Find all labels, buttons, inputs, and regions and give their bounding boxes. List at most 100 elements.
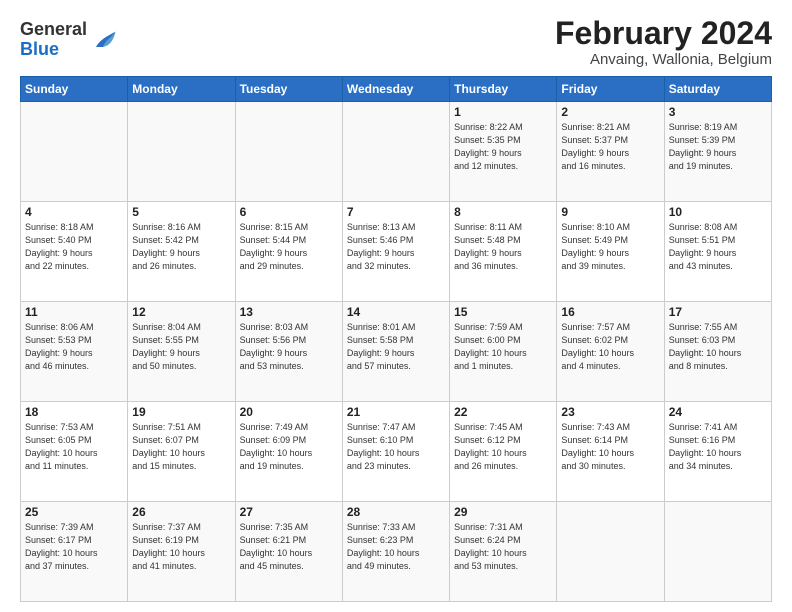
calendar-cell: 9 Sunrise: 8:10 AM Sunset: 5:49 PM Dayli… bbox=[557, 202, 664, 302]
day-info: Sunrise: 7:31 AM Sunset: 6:24 PM Dayligh… bbox=[454, 521, 552, 573]
day-info: Sunrise: 7:41 AM Sunset: 6:16 PM Dayligh… bbox=[669, 421, 767, 473]
calendar-cell: 21 Sunrise: 7:47 AM Sunset: 6:10 PM Dayl… bbox=[342, 402, 449, 502]
day-info: Sunrise: 7:49 AM Sunset: 6:09 PM Dayligh… bbox=[240, 421, 338, 473]
day-number: 20 bbox=[240, 405, 338, 419]
calendar-cell: 13 Sunrise: 8:03 AM Sunset: 5:56 PM Dayl… bbox=[235, 302, 342, 402]
logo-blue: Blue bbox=[20, 40, 87, 60]
day-number: 2 bbox=[561, 105, 659, 119]
day-info: Sunrise: 8:19 AM Sunset: 5:39 PM Dayligh… bbox=[669, 121, 767, 173]
logo-general: General bbox=[20, 20, 87, 40]
header: General Blue February 2024 Anvaing, Wall… bbox=[20, 16, 772, 68]
day-number: 18 bbox=[25, 405, 123, 419]
day-info: Sunrise: 7:59 AM Sunset: 6:00 PM Dayligh… bbox=[454, 321, 552, 373]
day-info: Sunrise: 7:51 AM Sunset: 6:07 PM Dayligh… bbox=[132, 421, 230, 473]
day-info: Sunrise: 8:08 AM Sunset: 5:51 PM Dayligh… bbox=[669, 221, 767, 273]
calendar-cell: 4 Sunrise: 8:18 AM Sunset: 5:40 PM Dayli… bbox=[21, 202, 128, 302]
calendar-cell: 15 Sunrise: 7:59 AM Sunset: 6:00 PM Dayl… bbox=[450, 302, 557, 402]
day-number: 14 bbox=[347, 305, 445, 319]
day-info: Sunrise: 7:35 AM Sunset: 6:21 PM Dayligh… bbox=[240, 521, 338, 573]
calendar-cell: 7 Sunrise: 8:13 AM Sunset: 5:46 PM Dayli… bbox=[342, 202, 449, 302]
calendar-header-row: SundayMondayTuesdayWednesdayThursdayFrid… bbox=[21, 77, 772, 102]
day-info: Sunrise: 7:43 AM Sunset: 6:14 PM Dayligh… bbox=[561, 421, 659, 473]
calendar-cell: 6 Sunrise: 8:15 AM Sunset: 5:44 PM Dayli… bbox=[235, 202, 342, 302]
calendar-week-1: 1 Sunrise: 8:22 AM Sunset: 5:35 PM Dayli… bbox=[21, 102, 772, 202]
day-number: 29 bbox=[454, 505, 552, 519]
calendar-title: February 2024 bbox=[555, 16, 772, 51]
calendar-cell bbox=[342, 102, 449, 202]
day-number: 8 bbox=[454, 205, 552, 219]
weekday-header-tuesday: Tuesday bbox=[235, 77, 342, 102]
calendar-table: SundayMondayTuesdayWednesdayThursdayFrid… bbox=[20, 76, 772, 602]
day-info: Sunrise: 7:45 AM Sunset: 6:12 PM Dayligh… bbox=[454, 421, 552, 473]
calendar-cell bbox=[128, 102, 235, 202]
calendar-cell: 29 Sunrise: 7:31 AM Sunset: 6:24 PM Dayl… bbox=[450, 502, 557, 602]
day-number: 4 bbox=[25, 205, 123, 219]
logo-text: General Blue bbox=[20, 20, 87, 60]
calendar-cell: 18 Sunrise: 7:53 AM Sunset: 6:05 PM Dayl… bbox=[21, 402, 128, 502]
calendar-cell bbox=[557, 502, 664, 602]
day-number: 10 bbox=[669, 205, 767, 219]
day-number: 23 bbox=[561, 405, 659, 419]
day-number: 11 bbox=[25, 305, 123, 319]
day-info: Sunrise: 7:53 AM Sunset: 6:05 PM Dayligh… bbox=[25, 421, 123, 473]
day-info: Sunrise: 8:10 AM Sunset: 5:49 PM Dayligh… bbox=[561, 221, 659, 273]
calendar-cell: 24 Sunrise: 7:41 AM Sunset: 6:16 PM Dayl… bbox=[664, 402, 771, 502]
day-info: Sunrise: 8:22 AM Sunset: 5:35 PM Dayligh… bbox=[454, 121, 552, 173]
day-number: 12 bbox=[132, 305, 230, 319]
calendar-subtitle: Anvaing, Wallonia, Belgium bbox=[555, 51, 772, 68]
calendar-cell: 26 Sunrise: 7:37 AM Sunset: 6:19 PM Dayl… bbox=[128, 502, 235, 602]
calendar-week-5: 25 Sunrise: 7:39 AM Sunset: 6:17 PM Dayl… bbox=[21, 502, 772, 602]
calendar-cell: 28 Sunrise: 7:33 AM Sunset: 6:23 PM Dayl… bbox=[342, 502, 449, 602]
calendar-cell: 10 Sunrise: 8:08 AM Sunset: 5:51 PM Dayl… bbox=[664, 202, 771, 302]
day-info: Sunrise: 8:15 AM Sunset: 5:44 PM Dayligh… bbox=[240, 221, 338, 273]
day-number: 25 bbox=[25, 505, 123, 519]
weekday-header-friday: Friday bbox=[557, 77, 664, 102]
calendar-cell: 5 Sunrise: 8:16 AM Sunset: 5:42 PM Dayli… bbox=[128, 202, 235, 302]
day-number: 26 bbox=[132, 505, 230, 519]
day-number: 28 bbox=[347, 505, 445, 519]
day-info: Sunrise: 8:06 AM Sunset: 5:53 PM Dayligh… bbox=[25, 321, 123, 373]
logo: General Blue bbox=[20, 20, 117, 60]
day-number: 9 bbox=[561, 205, 659, 219]
calendar-cell: 3 Sunrise: 8:19 AM Sunset: 5:39 PM Dayli… bbox=[664, 102, 771, 202]
day-info: Sunrise: 8:21 AM Sunset: 5:37 PM Dayligh… bbox=[561, 121, 659, 173]
day-info: Sunrise: 7:47 AM Sunset: 6:10 PM Dayligh… bbox=[347, 421, 445, 473]
calendar-cell: 23 Sunrise: 7:43 AM Sunset: 6:14 PM Dayl… bbox=[557, 402, 664, 502]
calendar-cell: 17 Sunrise: 7:55 AM Sunset: 6:03 PM Dayl… bbox=[664, 302, 771, 402]
calendar-cell: 1 Sunrise: 8:22 AM Sunset: 5:35 PM Dayli… bbox=[450, 102, 557, 202]
calendar-cell bbox=[664, 502, 771, 602]
weekday-header-wednesday: Wednesday bbox=[342, 77, 449, 102]
day-info: Sunrise: 7:57 AM Sunset: 6:02 PM Dayligh… bbox=[561, 321, 659, 373]
day-number: 17 bbox=[669, 305, 767, 319]
day-number: 27 bbox=[240, 505, 338, 519]
day-info: Sunrise: 7:33 AM Sunset: 6:23 PM Dayligh… bbox=[347, 521, 445, 573]
day-info: Sunrise: 8:16 AM Sunset: 5:42 PM Dayligh… bbox=[132, 221, 230, 273]
calendar-cell: 2 Sunrise: 8:21 AM Sunset: 5:37 PM Dayli… bbox=[557, 102, 664, 202]
day-info: Sunrise: 8:03 AM Sunset: 5:56 PM Dayligh… bbox=[240, 321, 338, 373]
day-info: Sunrise: 7:39 AM Sunset: 6:17 PM Dayligh… bbox=[25, 521, 123, 573]
calendar-cell: 22 Sunrise: 7:45 AM Sunset: 6:12 PM Dayl… bbox=[450, 402, 557, 502]
day-number: 21 bbox=[347, 405, 445, 419]
title-block: February 2024 Anvaing, Wallonia, Belgium bbox=[555, 16, 772, 68]
day-number: 6 bbox=[240, 205, 338, 219]
day-info: Sunrise: 7:55 AM Sunset: 6:03 PM Dayligh… bbox=[669, 321, 767, 373]
calendar-cell: 25 Sunrise: 7:39 AM Sunset: 6:17 PM Dayl… bbox=[21, 502, 128, 602]
day-number: 7 bbox=[347, 205, 445, 219]
calendar-cell: 20 Sunrise: 7:49 AM Sunset: 6:09 PM Dayl… bbox=[235, 402, 342, 502]
calendar-week-4: 18 Sunrise: 7:53 AM Sunset: 6:05 PM Dayl… bbox=[21, 402, 772, 502]
page: General Blue February 2024 Anvaing, Wall… bbox=[0, 0, 792, 612]
day-number: 5 bbox=[132, 205, 230, 219]
calendar-cell: 8 Sunrise: 8:11 AM Sunset: 5:48 PM Dayli… bbox=[450, 202, 557, 302]
day-info: Sunrise: 8:01 AM Sunset: 5:58 PM Dayligh… bbox=[347, 321, 445, 373]
day-number: 13 bbox=[240, 305, 338, 319]
day-number: 3 bbox=[669, 105, 767, 119]
day-info: Sunrise: 8:04 AM Sunset: 5:55 PM Dayligh… bbox=[132, 321, 230, 373]
day-number: 24 bbox=[669, 405, 767, 419]
calendar-cell bbox=[21, 102, 128, 202]
weekday-header-sunday: Sunday bbox=[21, 77, 128, 102]
logo-bird-icon bbox=[89, 26, 117, 54]
calendar-cell: 16 Sunrise: 7:57 AM Sunset: 6:02 PM Dayl… bbox=[557, 302, 664, 402]
day-info: Sunrise: 8:13 AM Sunset: 5:46 PM Dayligh… bbox=[347, 221, 445, 273]
calendar-week-2: 4 Sunrise: 8:18 AM Sunset: 5:40 PM Dayli… bbox=[21, 202, 772, 302]
day-info: Sunrise: 7:37 AM Sunset: 6:19 PM Dayligh… bbox=[132, 521, 230, 573]
